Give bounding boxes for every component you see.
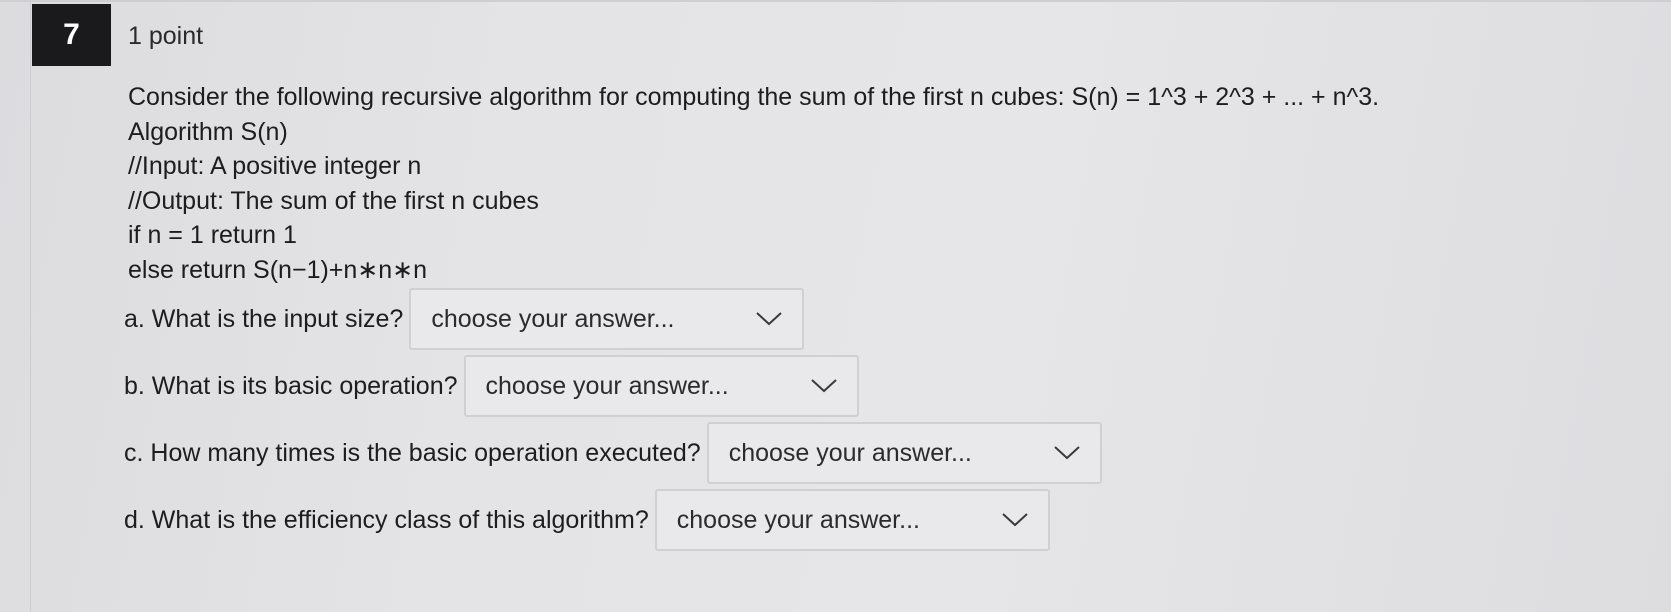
subquestion-a-dropdown[interactable]: choose your answer... xyxy=(409,288,805,350)
subquestion-c-label: c. How many times is the basic operation… xyxy=(124,438,701,467)
subquestion-c-dropdown[interactable]: choose your answer... xyxy=(706,422,1102,484)
dropdown-selected-value: choose your answer... xyxy=(431,304,675,333)
subquestion-b-dropdown[interactable]: choose your answer... xyxy=(463,355,859,417)
subquestion-a-label: a. What is the input size? xyxy=(124,304,404,333)
question-number-badge: 7 xyxy=(32,4,111,66)
chevron-down-icon xyxy=(1054,446,1080,460)
subquestion-d: d. What is the efficiency class of this … xyxy=(124,489,1050,551)
stem-line: if n = 1 return 1 xyxy=(128,221,297,249)
stem-line: Algorithm S(n) xyxy=(128,117,288,146)
dropdown-selected-value: choose your answer... xyxy=(728,438,972,467)
chevron-down-icon xyxy=(810,379,837,393)
subquestion-d-label: d. What is the efficiency class of this … xyxy=(124,505,649,534)
top-divider xyxy=(0,0,1671,2)
left-divider xyxy=(30,0,31,612)
subquestion-b-label: b. What is its basic operation? xyxy=(124,371,458,400)
subquestion-c: c. How many times is the basic operation… xyxy=(124,422,1102,484)
chevron-down-icon xyxy=(1002,513,1028,527)
question-stem: Consider the following recursive algorit… xyxy=(128,80,1379,287)
stem-line: //Output: The sum of the first n cubes xyxy=(128,186,539,215)
subquestion-d-dropdown[interactable]: choose your answer... xyxy=(654,489,1050,551)
stem-line: else return S(n−1)+n∗n∗n xyxy=(128,255,427,284)
chevron-down-icon xyxy=(756,312,782,326)
subquestion-a: a. What is the input size? choose your a… xyxy=(124,288,805,350)
question-points: 1 point xyxy=(128,22,204,50)
stem-line: //Input: A positive integer n xyxy=(128,152,422,180)
dropdown-selected-value: choose your answer... xyxy=(485,371,729,400)
subquestion-b: b. What is its basic operation? choose y… xyxy=(124,355,859,417)
stem-line: Consider the following recursive algorit… xyxy=(128,83,1380,111)
dropdown-selected-value: choose your answer... xyxy=(676,505,920,534)
